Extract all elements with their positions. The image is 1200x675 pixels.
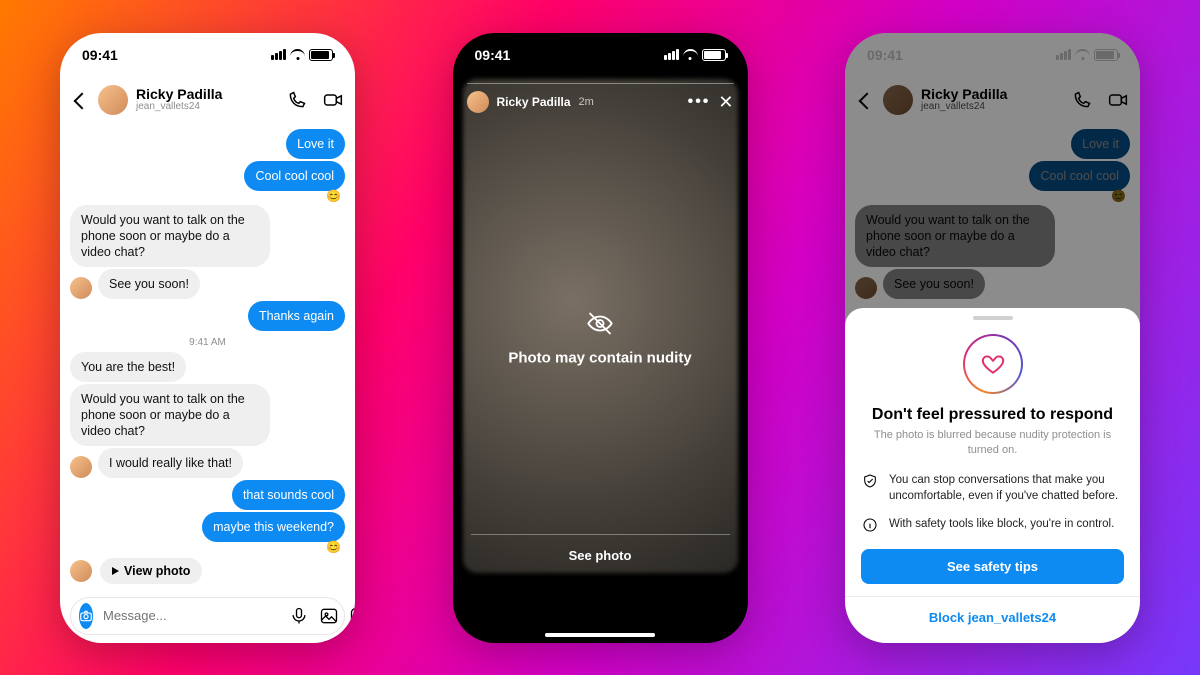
chat-scroll[interactable]: Love it Cool cool cool 😊 Would you want … [60, 125, 355, 591]
wifi-icon [683, 49, 698, 60]
wifi-icon [1075, 49, 1090, 60]
message-input[interactable] [103, 608, 279, 623]
video-call-icon[interactable] [323, 90, 343, 110]
gallery-icon[interactable] [319, 606, 339, 626]
msg-in[interactable]: You are the best! [70, 352, 186, 382]
status-time: 09:41 [82, 47, 118, 63]
msg-out[interactable]: Thanks again [248, 301, 345, 331]
nudity-warning-label: Photo may contain nudity [508, 349, 691, 366]
story-age: 2m [579, 96, 594, 108]
message-composer [70, 597, 345, 635]
safety-sheet: Don't feel pressured to respond The phot… [845, 308, 1140, 643]
cell-signal-icon [1056, 49, 1071, 60]
msg-out[interactable]: that sounds cool [232, 480, 345, 510]
sender-avatar [70, 456, 92, 478]
contact-avatar[interactable] [98, 85, 128, 115]
phone-story: 09:41 Ricky Padilla 2m ••• ✕ Photo may c… [453, 33, 748, 643]
chat-timestamp: 9:41 AM [70, 337, 345, 348]
tip-row: You can stop conversations that make you… [861, 473, 1124, 504]
story-divider [471, 534, 730, 535]
view-photo-row: View photo [70, 554, 345, 588]
view-photo-label: View photo [124, 564, 190, 578]
info-icon [861, 517, 879, 533]
msg-reaction: 😊 [70, 540, 341, 554]
battery-icon [702, 49, 726, 61]
phone-safety-sheet: 09:41 Ricky Padilla jean_vallets24 Love … [845, 33, 1140, 643]
sender-avatar [70, 560, 92, 582]
heart-icon [980, 351, 1006, 377]
status-right [271, 49, 333, 61]
status-right [664, 49, 726, 61]
camera-button[interactable] [79, 603, 93, 629]
status-right [1056, 49, 1118, 61]
home-indicator [545, 633, 655, 637]
battery-icon [309, 49, 333, 61]
eye-off-icon [586, 309, 614, 337]
notch [540, 33, 660, 55]
contact-handle: jean_vallets24 [136, 101, 222, 112]
close-icon[interactable]: ✕ [718, 93, 733, 111]
story-header: Ricky Padilla 2m ••• ✕ [467, 91, 734, 113]
cell-signal-icon [664, 49, 679, 60]
audio-call-icon[interactable] [287, 90, 307, 110]
shield-check-icon [861, 473, 879, 504]
sender-avatar [70, 277, 92, 299]
back-button[interactable] [72, 91, 90, 109]
msg-out[interactable]: maybe this weekend? [202, 512, 345, 542]
chat-header: Ricky Padilla jean_vallets24 [60, 77, 355, 123]
safety-tips: You can stop conversations that make you… [861, 473, 1124, 532]
sheet-divider [845, 596, 1140, 597]
heart-ring-icon [963, 334, 1023, 394]
story-avatar[interactable] [467, 91, 489, 113]
tip-row: With safety tools like block, you're in … [861, 517, 1124, 533]
story-progress [467, 83, 734, 85]
story-sender-name[interactable]: Ricky Padilla [497, 95, 571, 109]
sheet-grabber[interactable] [973, 316, 1013, 320]
sheet-subtitle: The photo is blurred because nudity prot… [861, 428, 1124, 458]
see-photo-button[interactable]: See photo [453, 548, 748, 563]
msg-out[interactable]: Love it [286, 129, 345, 159]
see-safety-tips-button[interactable]: See safety tips [861, 549, 1124, 584]
status-bar: 09:41 [60, 33, 355, 77]
contact-name: Ricky Padilla [136, 87, 222, 101]
msg-reaction: 😊 [70, 189, 341, 203]
phone-chat: 09:41 Ricky Padilla jean_vallets24 Love … [60, 33, 355, 643]
wifi-icon [290, 49, 305, 60]
more-options-icon[interactable]: ••• [688, 93, 711, 111]
sticker-icon[interactable] [349, 606, 355, 626]
tip-text: With safety tools like block, you're in … [889, 517, 1114, 533]
status-time: 09:41 [475, 47, 511, 63]
view-photo-button[interactable]: View photo [100, 558, 202, 584]
block-user-button[interactable]: Block jean_vallets24 [861, 610, 1124, 625]
msg-in[interactable]: Would you want to talk on the phone soon… [70, 384, 270, 446]
battery-icon [1094, 49, 1118, 61]
promo-stage: 09:41 Ricky Padilla jean_vallets24 Love … [0, 0, 1200, 675]
status-bar: 09:41 [845, 33, 1140, 77]
msg-in[interactable]: Would you want to talk on the phone soon… [70, 205, 270, 267]
mic-icon[interactable] [289, 606, 309, 626]
cell-signal-icon [271, 49, 286, 60]
msg-out[interactable]: Cool cool cool [244, 161, 345, 191]
tip-text: You can stop conversations that make you… [889, 473, 1124, 504]
play-icon [112, 567, 119, 575]
msg-in[interactable]: See you soon! [98, 269, 200, 299]
status-time: 09:41 [867, 47, 903, 63]
story-viewer[interactable]: Ricky Padilla 2m ••• ✕ Photo may contain… [453, 33, 748, 643]
msg-in[interactable]: I would really like that! [98, 448, 243, 478]
nudity-warning: Photo may contain nudity [453, 309, 748, 366]
contact-block[interactable]: Ricky Padilla jean_vallets24 [136, 87, 222, 112]
sheet-title: Don't feel pressured to respond [861, 406, 1124, 424]
